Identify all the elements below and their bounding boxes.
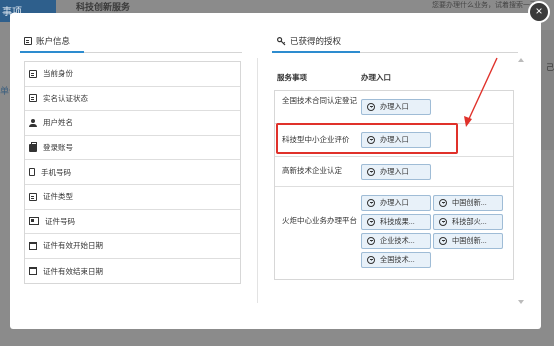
list-item-label: 登录账号	[43, 143, 73, 153]
button-label: 中国创新...	[452, 198, 487, 207]
account-info-title: 账户信息	[36, 36, 71, 46]
list-item-label: 证件号码	[45, 216, 75, 226]
bg-right-text-2: 己	[546, 63, 554, 72]
table-row: 火炬中心业务办理平台 办理入口 中国创新... 科技成果... 科技部火... …	[275, 187, 513, 279]
briefcase-icon	[29, 141, 37, 152]
authorization-header: 已获得的授权	[276, 35, 342, 47]
close-icon[interactable]: ×	[528, 1, 550, 23]
service-name: 全国技术合同认定登记	[282, 96, 357, 105]
scroll-down-icon[interactable]	[518, 300, 524, 304]
column-header-entry: 办理入口	[361, 73, 391, 82]
entry-button[interactable]: 办理入口	[361, 195, 431, 211]
arrow-circle-icon	[367, 256, 375, 264]
list-item: 当前身份	[25, 62, 240, 87]
button-label: 企业技术...	[380, 236, 415, 245]
button-label: 中国创新...	[452, 236, 487, 245]
phone-icon	[29, 168, 35, 177]
list-item: 手机号码	[25, 160, 240, 185]
column-header-service: 服务事项	[277, 73, 307, 82]
list-item: 证件有效开始日期	[25, 234, 240, 259]
bg-page-title: 科技创新服务	[76, 2, 131, 12]
account-info-header: 账户信息	[24, 35, 70, 47]
arrow-circle-icon	[439, 218, 447, 226]
button-label: 科技部火...	[452, 217, 487, 226]
list-item: 证件有效结束日期	[25, 259, 240, 284]
list-item-label: 证件有效开始日期	[43, 241, 103, 251]
service-name: 火炬中心业务办理平台	[282, 216, 357, 225]
arrow-circle-icon	[367, 168, 375, 176]
arrow-circle-icon	[439, 237, 447, 245]
list-item-label: 用户姓名	[43, 118, 73, 128]
button-label: 科技成果...	[380, 217, 415, 226]
entry-button[interactable]: 中国创新...	[433, 233, 503, 249]
entry-button[interactable]: 办理入口	[361, 99, 431, 115]
calendar-icon	[29, 267, 37, 276]
list-item-label: 实名认证状态	[43, 93, 88, 103]
button-label: 全国技术...	[380, 255, 415, 264]
table-row: 全国技术合同认定登记 办理入口	[275, 91, 513, 124]
list-item-label: 证件有效结束日期	[43, 266, 103, 276]
header-underline-accent	[272, 51, 360, 53]
bg-search-hint: 您要办理什么业务，试着搜索一下	[432, 2, 537, 9]
arrow-circle-icon	[367, 218, 375, 226]
authorization-title: 已获得的授权	[290, 36, 342, 46]
scroll-up-icon[interactable]	[518, 58, 524, 62]
entry-button[interactable]: 企业技术...	[361, 233, 431, 249]
button-label: 办理入口	[380, 102, 409, 111]
entry-button[interactable]: 办理入口	[361, 164, 431, 180]
card-icon	[29, 217, 39, 226]
id-card-icon	[29, 69, 37, 78]
user-icon	[29, 118, 37, 127]
button-label: 办理入口	[380, 167, 409, 176]
arrow-circle-icon	[439, 199, 447, 207]
id-card-icon	[29, 94, 37, 103]
table-row: 高新技术企业认定 办理入口	[275, 157, 513, 187]
button-label: 办理入口	[380, 198, 409, 207]
arrow-circle-icon	[367, 237, 375, 245]
list-item-label: 当前身份	[43, 69, 73, 79]
header-underline-accent	[20, 51, 84, 53]
entry-button[interactable]: 全国技术...	[361, 252, 431, 268]
key-icon	[276, 36, 286, 46]
service-name: 高新技术企业认定	[282, 166, 342, 175]
list-item-label: 手机号码	[41, 167, 71, 177]
entry-button[interactable]: 科技成果...	[361, 214, 431, 230]
list-item-label: 证件类型	[43, 192, 73, 202]
list-item: 登录账号	[25, 136, 240, 161]
arrow-circle-icon	[367, 103, 375, 111]
arrow-circle-icon	[367, 199, 375, 207]
service-table: 全国技术合同认定登记 办理入口 科技型中小企业评价 办理入口 高新技术企业认定 …	[274, 90, 514, 280]
calendar-icon	[29, 241, 37, 250]
bookmark-icon	[24, 37, 32, 45]
list-item: 证件类型	[25, 185, 240, 210]
id-card-icon	[29, 192, 37, 201]
list-item: 实名认证状态	[25, 87, 240, 112]
account-info-list: 当前身份 实名认证状态 用户姓名 登录账号 手机号码 证件类型 证件号码 证件有…	[24, 61, 241, 285]
panel-divider	[257, 58, 258, 303]
entry-button[interactable]: 中国创新...	[433, 195, 503, 211]
list-item: 用户姓名	[25, 111, 240, 136]
highlight-box	[276, 123, 458, 154]
list-item: 证件号码	[25, 210, 240, 235]
entry-button[interactable]: 科技部火...	[433, 214, 503, 230]
